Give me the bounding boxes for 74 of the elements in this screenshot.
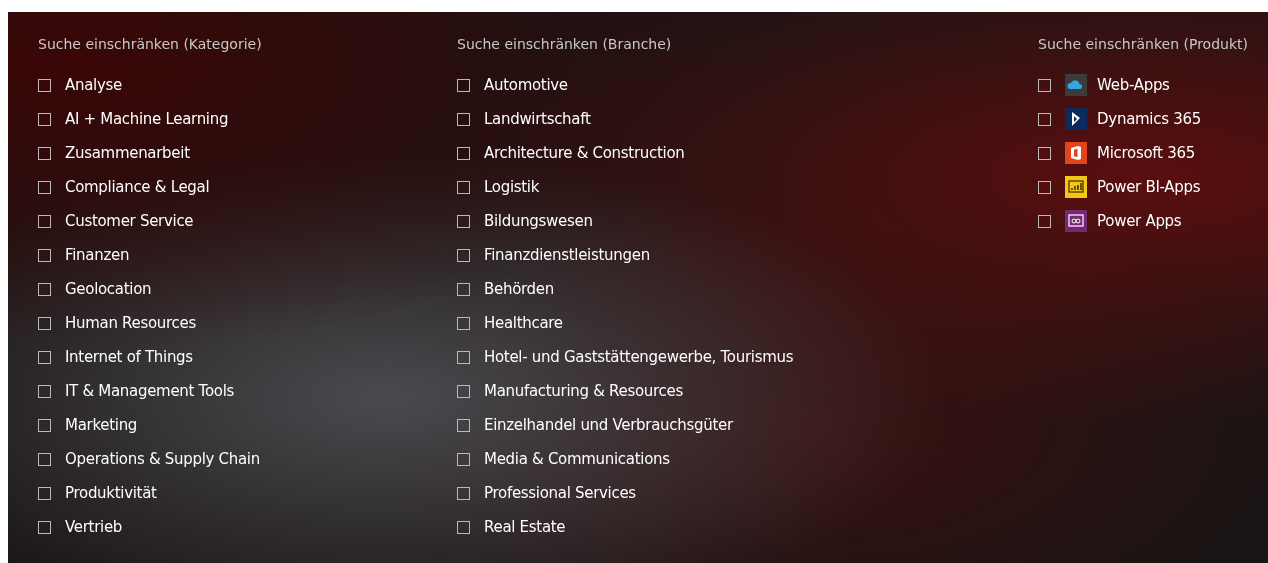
- filter-option-label[interactable]: Produktivität: [65, 484, 157, 502]
- checkbox[interactable]: [457, 384, 470, 398]
- filter-option-label[interactable]: Zusammenarbeit: [65, 144, 190, 162]
- filter-option-label[interactable]: Bildungswesen: [484, 212, 593, 230]
- checkbox[interactable]: [1038, 146, 1052, 160]
- checkbox[interactable]: [38, 384, 51, 398]
- filter-option-label[interactable]: Customer Service: [65, 212, 194, 230]
- filter-option-label[interactable]: Human Resources: [65, 314, 196, 332]
- cloud-icon: [1065, 74, 1088, 96]
- filter-option-label[interactable]: Healthcare: [484, 314, 563, 332]
- checkbox[interactable]: [457, 418, 470, 432]
- checkbox[interactable]: [38, 78, 51, 92]
- filter-option-label[interactable]: Manufacturing & Resources: [484, 382, 683, 400]
- filter-option-label[interactable]: Dynamics 365: [1097, 110, 1201, 128]
- filter-option-label[interactable]: Geolocation: [65, 280, 152, 298]
- filter-option-label[interactable]: Microsoft 365: [1097, 144, 1195, 162]
- checkbox[interactable]: [38, 316, 51, 330]
- checkbox[interactable]: [38, 486, 51, 500]
- checkbox[interactable]: [457, 452, 470, 466]
- checkbox[interactable]: [1038, 112, 1052, 126]
- checkbox[interactable]: [457, 112, 470, 126]
- filter-option-label[interactable]: IT & Management Tools: [65, 382, 235, 400]
- checkbox[interactable]: [38, 146, 51, 160]
- filter-option-label[interactable]: Landwirtschaft: [484, 110, 591, 128]
- filter-option-label[interactable]: Professional Services: [484, 484, 636, 502]
- filter-heading: Suche einschränken (Kategorie): [38, 36, 263, 54]
- checkbox[interactable]: [457, 316, 470, 330]
- checkbox[interactable]: [457, 520, 470, 534]
- checkbox[interactable]: [38, 418, 51, 432]
- filter-option-label[interactable]: AI + Machine Learning: [65, 110, 229, 128]
- filter-option-label[interactable]: Internet of Things: [65, 348, 193, 366]
- filter-option-label[interactable]: Compliance & Legal: [65, 178, 210, 196]
- filter-option-label[interactable]: Logistik: [484, 178, 540, 196]
- checkbox[interactable]: [38, 214, 51, 228]
- filter-option-label[interactable]: Hotel- und Gaststättengewerbe, Tourismus: [484, 348, 794, 366]
- checkbox[interactable]: [1038, 78, 1052, 92]
- filter-option-label[interactable]: Power BI-Apps: [1097, 178, 1201, 196]
- filter-option-label[interactable]: Architecture & Construction: [484, 144, 685, 162]
- checkbox[interactable]: [1038, 180, 1052, 194]
- checkbox[interactable]: [38, 520, 51, 534]
- chart-icon: [1065, 176, 1088, 198]
- filter-option-label[interactable]: Power Apps: [1097, 212, 1182, 230]
- checkbox[interactable]: [457, 282, 470, 296]
- checkbox[interactable]: [457, 146, 470, 160]
- checkbox[interactable]: [457, 248, 470, 262]
- filter-option-label[interactable]: Web-Apps: [1097, 76, 1170, 94]
- filter-option-label[interactable]: Marketing: [65, 416, 138, 434]
- checkbox[interactable]: [38, 180, 51, 194]
- checkbox[interactable]: [38, 452, 51, 466]
- checkbox[interactable]: [457, 78, 470, 92]
- filter-heading: Suche einschränken (Produkt): [1038, 36, 1248, 54]
- checkbox[interactable]: [1038, 214, 1052, 228]
- filter-option-label[interactable]: Einzelhandel und Verbrauchsgüter: [484, 416, 733, 434]
- checkbox[interactable]: [457, 486, 470, 500]
- power-apps-icon: [1065, 210, 1088, 232]
- checkbox[interactable]: [38, 350, 51, 364]
- checkbox[interactable]: [38, 248, 51, 262]
- filter-heading: Suche einschränken (Branche): [457, 36, 673, 54]
- filter-option-label[interactable]: Analyse: [65, 76, 122, 94]
- filter-option-label[interactable]: Real Estate: [484, 518, 566, 536]
- checkbox[interactable]: [38, 112, 51, 126]
- filter-option-label[interactable]: Finanzen: [65, 246, 130, 264]
- dynamics-icon: [1065, 108, 1088, 130]
- checkbox[interactable]: [457, 214, 470, 228]
- office-icon: [1065, 142, 1088, 164]
- checkbox[interactable]: [38, 282, 51, 296]
- filter-option-label[interactable]: Vertrieb: [65, 518, 123, 536]
- filter-option-label[interactable]: Media & Communications: [484, 450, 670, 468]
- filter-option-label[interactable]: Behörden: [484, 280, 554, 298]
- filter-option-label[interactable]: Automotive: [484, 76, 568, 94]
- checkbox[interactable]: [457, 350, 470, 364]
- filter-option-label[interactable]: Finanzdienstleistungen: [484, 246, 650, 264]
- filter-option-label[interactable]: Operations & Supply Chain: [65, 450, 260, 468]
- checkbox[interactable]: [457, 180, 470, 194]
